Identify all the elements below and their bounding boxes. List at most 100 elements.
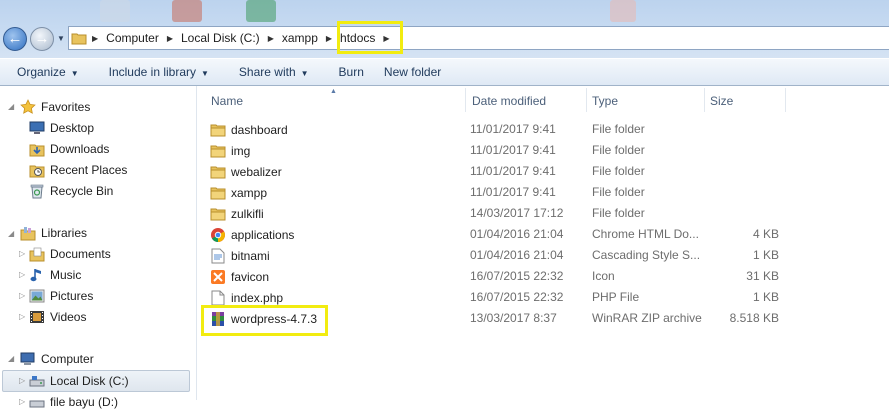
column-divider[interactable] bbox=[704, 88, 705, 112]
file-name-cell[interactable]: dashboard bbox=[210, 119, 288, 140]
nav-music[interactable]: Music bbox=[29, 265, 81, 285]
nav-drive-d[interactable]: file bayu (D:) bbox=[29, 392, 118, 412]
column-header-date-modified[interactable]: Date modified bbox=[472, 86, 546, 112]
chevron-down-icon: ▼ bbox=[300, 69, 309, 78]
wordpress-highlight-box bbox=[201, 305, 328, 336]
taskbar-icon[interactable] bbox=[610, 0, 636, 22]
file-name: img bbox=[231, 143, 251, 158]
xampp-icon bbox=[210, 269, 226, 285]
forward-button[interactable]: → bbox=[30, 27, 54, 51]
file-name-cell[interactable]: xampp bbox=[210, 182, 267, 203]
file-row[interactable]: dashboard 11/01/2017 9:41 File folder bbox=[197, 119, 889, 140]
file-name-cell[interactable]: bitnami bbox=[210, 245, 270, 266]
file-size: 8.518 KB bbox=[729, 311, 779, 325]
expand-icon[interactable]: ▷ bbox=[19, 270, 25, 279]
recent-places-icon bbox=[29, 162, 45, 178]
nav-recent-places[interactable]: Recent Places bbox=[29, 160, 127, 180]
breadcrumb-xampp[interactable]: xampp bbox=[277, 27, 323, 49]
file-row[interactable]: bitnami 01/04/2016 21:04 Cascading Style S… bbox=[197, 245, 889, 266]
include-in-library-label: Include in library bbox=[108, 65, 196, 79]
nav-computer-label: Computer bbox=[41, 352, 94, 366]
documents-icon bbox=[29, 246, 45, 262]
expand-icon[interactable]: ▷ bbox=[19, 397, 25, 406]
column-header-type[interactable]: Type bbox=[592, 86, 618, 112]
nav-favorites[interactable]: Favorites bbox=[20, 97, 90, 117]
nav-computer[interactable]: Computer bbox=[20, 349, 94, 369]
breadcrumb-local-disk[interactable]: Local Disk (C:) bbox=[176, 27, 265, 49]
taskbar-icon[interactable] bbox=[172, 0, 202, 22]
htdocs-highlight-box bbox=[337, 21, 403, 54]
file-name: index.php bbox=[231, 290, 284, 305]
file-date: 14/03/2017 17:12 bbox=[470, 206, 564, 220]
nav-favorites-label: Favorites bbox=[41, 100, 91, 114]
expand-icon[interactable]: ▷ bbox=[19, 376, 25, 385]
nav-videos[interactable]: Videos bbox=[29, 307, 86, 327]
column-divider[interactable] bbox=[465, 88, 466, 112]
file-name: bitnami bbox=[231, 248, 270, 263]
expand-icon[interactable]: ▷ bbox=[19, 291, 25, 300]
nav-documents-label: Documents bbox=[50, 247, 111, 261]
file-size: 31 KB bbox=[746, 269, 779, 283]
folder-icon bbox=[210, 122, 226, 138]
file-name: zulkifli bbox=[231, 206, 264, 221]
include-in-library-button[interactable]: Include in library ▼ bbox=[91, 60, 221, 84]
collapse-icon[interactable]: ◢ bbox=[8, 102, 14, 111]
folder-icon bbox=[210, 143, 226, 159]
file-name-cell[interactable]: zulkifli bbox=[210, 203, 264, 224]
file-size: 1 KB bbox=[752, 248, 779, 262]
music-note-icon bbox=[29, 267, 45, 283]
file-name-cell[interactable]: webalizer bbox=[210, 161, 282, 182]
column-divider[interactable] bbox=[785, 88, 786, 112]
nav-desktop[interactable]: Desktop bbox=[29, 118, 94, 138]
nav-local-disk[interactable]: Local Disk (C:) bbox=[29, 371, 129, 391]
file-date: 16/07/2015 22:32 bbox=[470, 269, 564, 283]
navigation-pane: ◢ Favorites Desktop Downloads Recent Pla… bbox=[0, 86, 197, 409]
column-header-name[interactable]: Name bbox=[211, 86, 243, 112]
organize-button[interactable]: Organize ▼ bbox=[0, 60, 91, 84]
nav-pictures[interactable]: Pictures bbox=[29, 286, 93, 306]
expand-icon[interactable]: ▷ bbox=[19, 312, 25, 321]
file-name-cell[interactable]: applications bbox=[210, 224, 294, 245]
file-date: 01/04/2016 21:04 bbox=[470, 227, 564, 241]
nav-libraries-label: Libraries bbox=[41, 226, 88, 240]
file-row[interactable]: applications 01/04/2016 21:04 Chrome HTML … bbox=[197, 224, 889, 245]
breadcrumb-separator[interactable]: ▶ bbox=[323, 34, 335, 43]
breadcrumb-separator[interactable]: ▶ bbox=[164, 34, 176, 43]
file-row[interactable]: img 11/01/2017 9:41 File folder bbox=[197, 140, 889, 161]
file-row[interactable]: zulkifli 14/03/2017 17:12 File folder bbox=[197, 203, 889, 224]
taskbar-icon[interactable] bbox=[246, 0, 276, 22]
breadcrumb-computer[interactable]: Computer bbox=[101, 27, 164, 49]
nav-libraries[interactable]: Libraries bbox=[20, 223, 87, 243]
column-header-size[interactable]: Size bbox=[710, 86, 733, 112]
expand-icon[interactable]: ▷ bbox=[19, 249, 25, 258]
back-button[interactable]: ← bbox=[3, 27, 27, 51]
breadcrumb-separator[interactable]: ▶ bbox=[89, 34, 101, 43]
file-row[interactable]: webalizer 11/01/2017 9:41 File folder bbox=[197, 161, 889, 182]
file-row[interactable]: favicon 16/07/2015 22:32 Icon 31 KB bbox=[197, 266, 889, 287]
nav-recycle-bin[interactable]: Recycle Bin bbox=[29, 181, 113, 201]
burn-button[interactable]: Burn bbox=[321, 60, 376, 84]
breadcrumb-separator[interactable]: ▶ bbox=[265, 34, 277, 43]
nav-downloads[interactable]: Downloads bbox=[29, 139, 109, 159]
column-divider[interactable] bbox=[586, 88, 587, 112]
file-type: File folder bbox=[592, 185, 645, 199]
file-row[interactable]: xampp 11/01/2017 9:41 File folder bbox=[197, 182, 889, 203]
file-name-cell[interactable]: img bbox=[210, 140, 250, 161]
nav-documents[interactable]: Documents bbox=[29, 244, 111, 264]
file-name: applications bbox=[231, 227, 295, 242]
address-bar[interactable]: ▶ Computer ▶ Local Disk (C:) ▶ xampp ▶ h… bbox=[68, 26, 889, 50]
nav-videos-label: Videos bbox=[50, 310, 87, 324]
share-with-button[interactable]: Share with ▼ bbox=[221, 60, 321, 84]
collapse-icon[interactable]: ◢ bbox=[8, 354, 14, 363]
file-list: ▲ Name Date modified Type Size dashboard… bbox=[197, 86, 889, 400]
videos-icon bbox=[29, 309, 45, 325]
new-folder-button[interactable]: New folder bbox=[376, 60, 453, 84]
chevron-down-icon: ▼ bbox=[70, 69, 79, 78]
file-name-cell[interactable]: favicon bbox=[210, 266, 269, 287]
recent-pages-dropdown[interactable]: ▼ bbox=[57, 34, 67, 44]
libraries-icon bbox=[20, 225, 36, 241]
desktop-icon bbox=[29, 120, 45, 136]
file-date: 13/03/2017 8:37 bbox=[470, 311, 557, 325]
collapse-icon[interactable]: ◢ bbox=[8, 229, 14, 238]
taskbar-icon[interactable] bbox=[100, 0, 130, 22]
